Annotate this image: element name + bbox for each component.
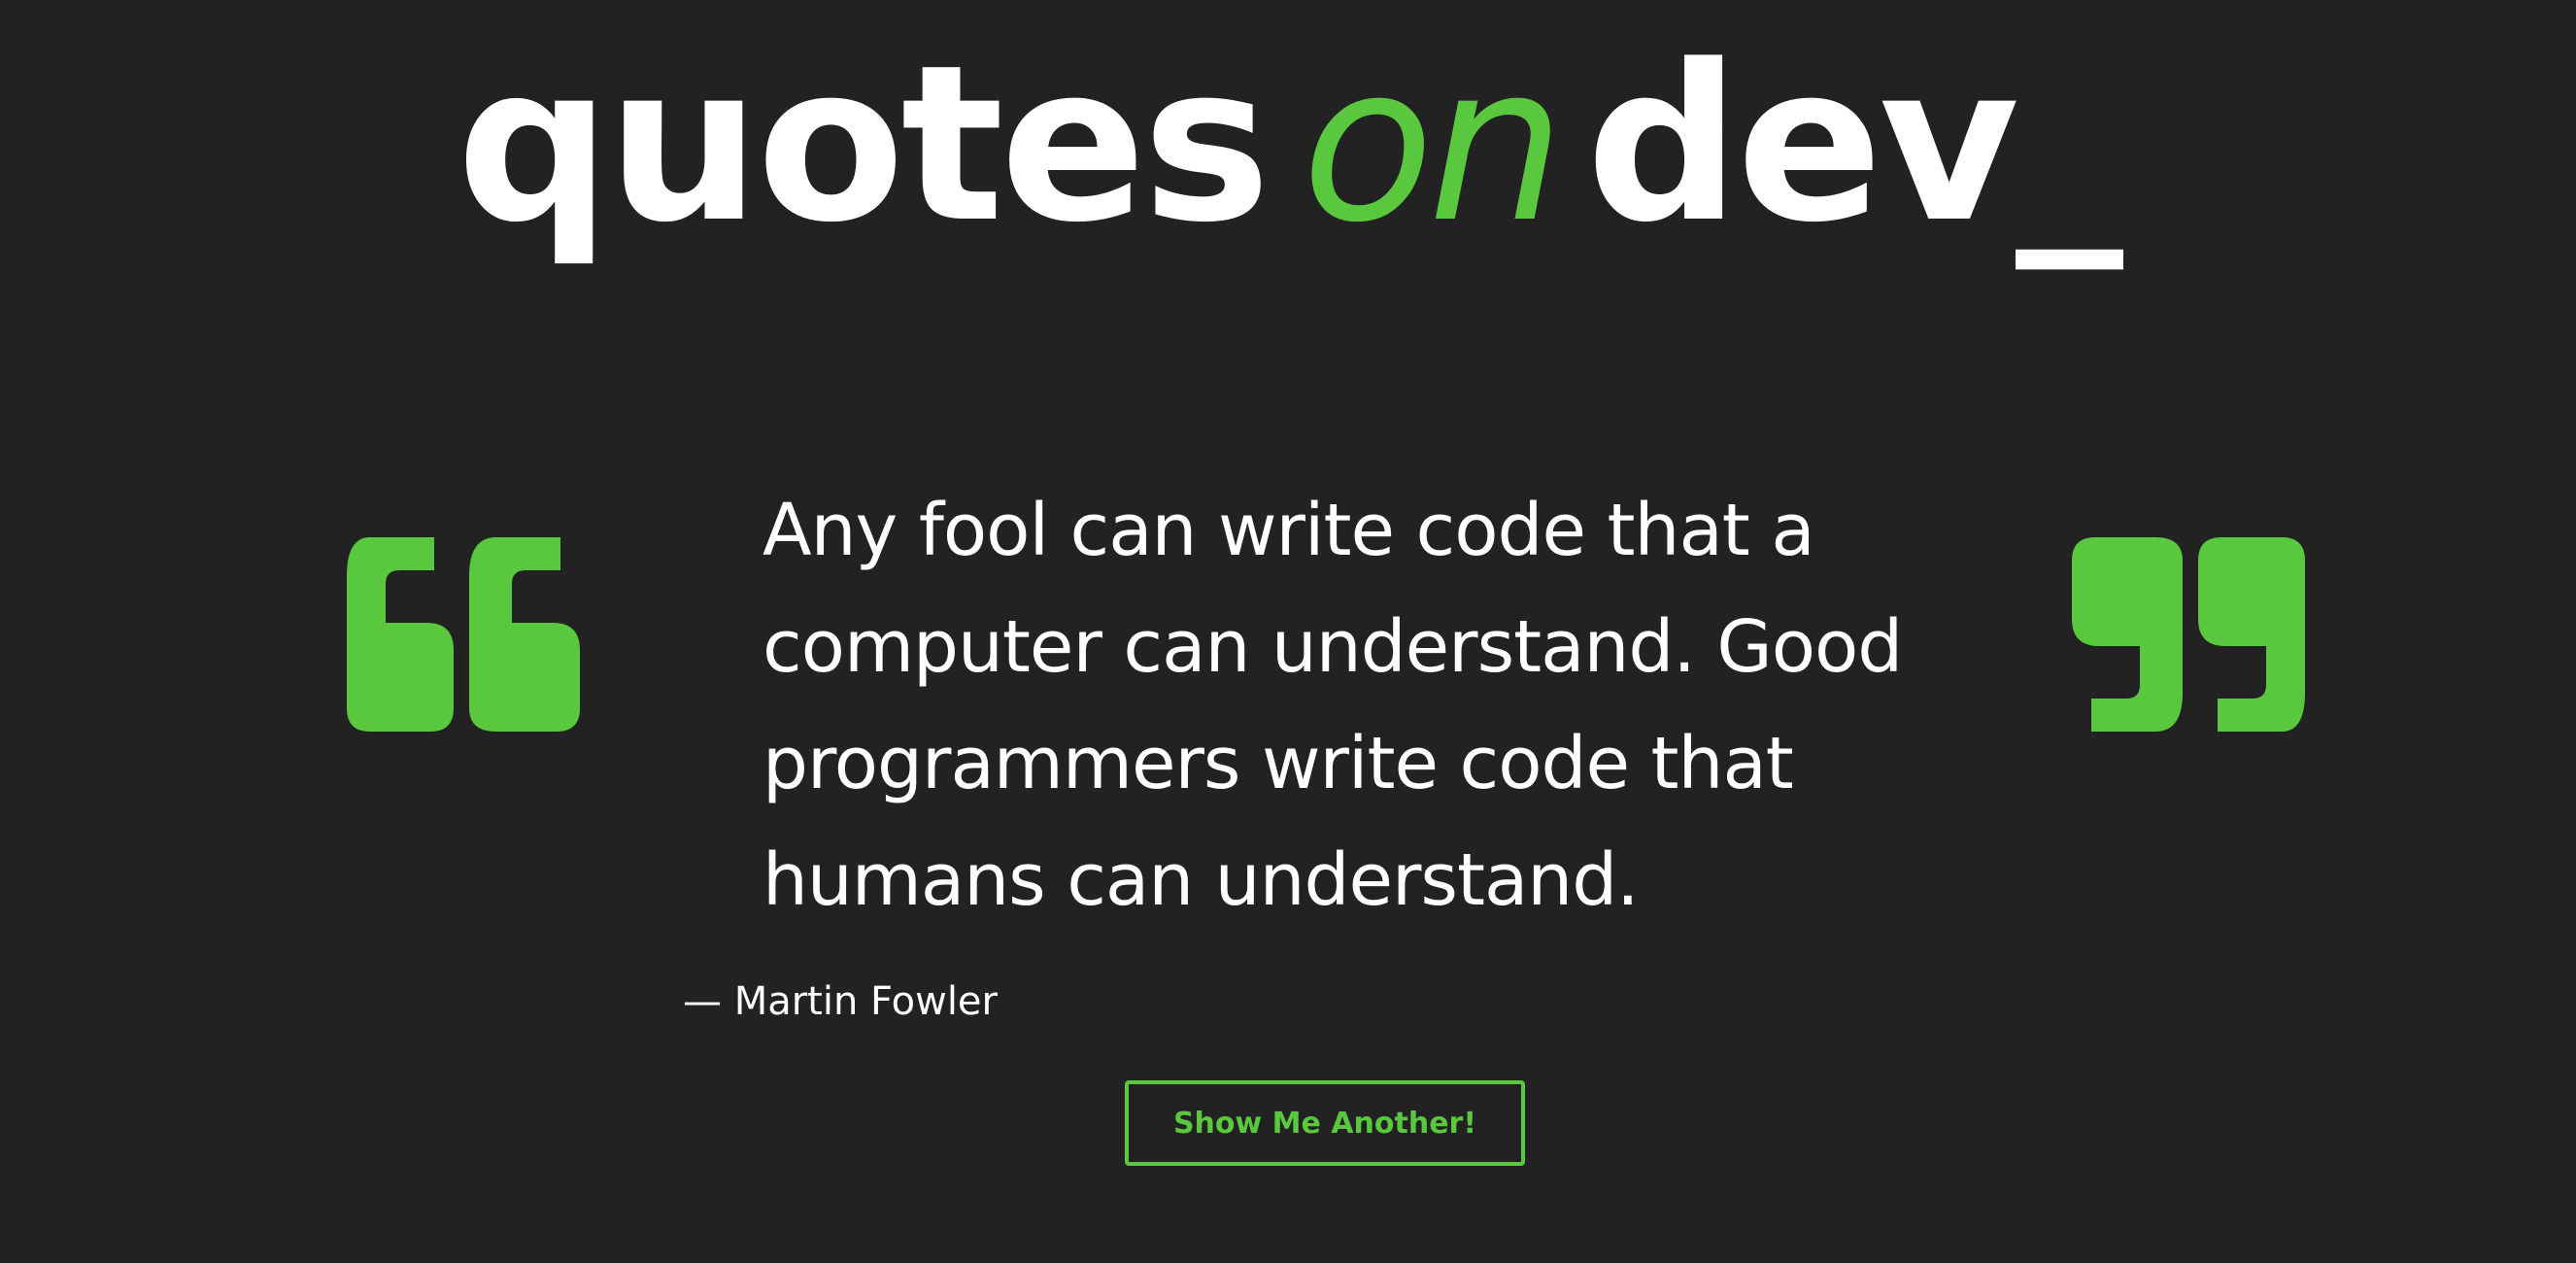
quote-text: Any fool can write code that a computer … [763, 489, 1903, 922]
logo-word-on: on [1302, 19, 1565, 270]
logo-word-quotes: quotes [456, 19, 1271, 270]
logo-word-dev: dev_ [1585, 19, 2123, 270]
open-quote-icon [347, 537, 580, 732]
site-logo[interactable]: quotes on dev_ [0, 37, 2576, 253]
show-another-button[interactable]: Show Me Another! [1125, 1080, 1525, 1166]
quote-author: — Martin Fowler [683, 979, 998, 1024]
close-quote-icon [2072, 537, 2305, 732]
